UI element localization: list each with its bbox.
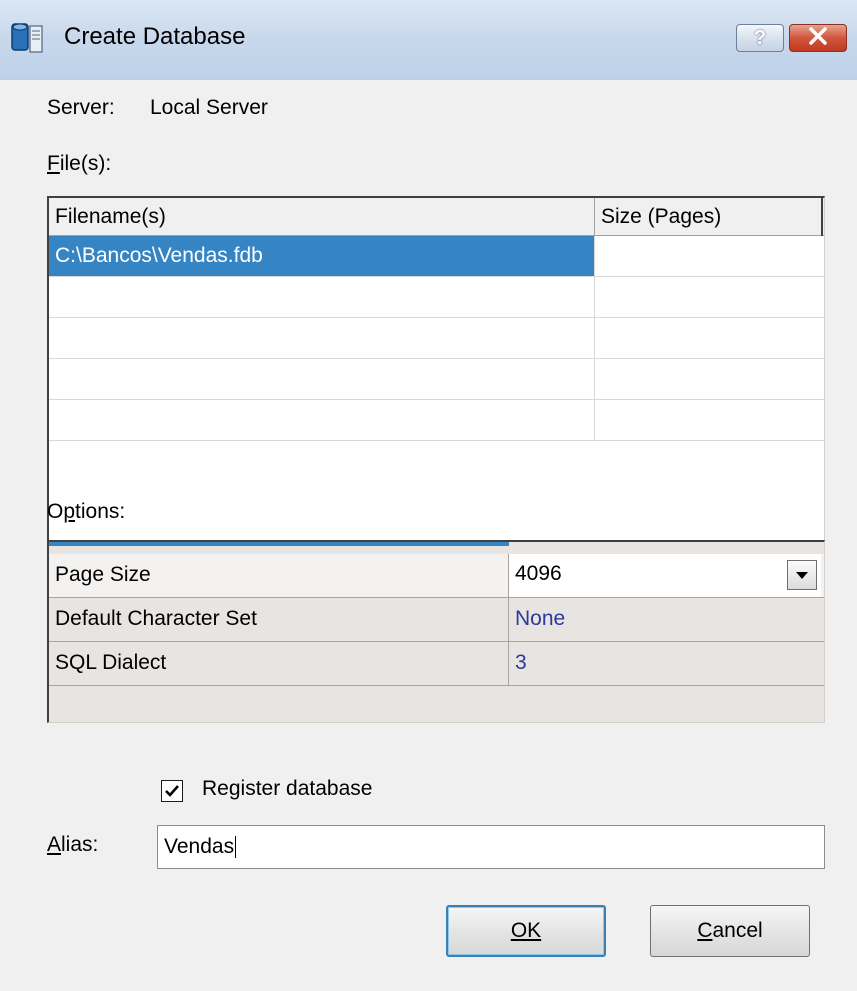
option-name: SQL Dialect bbox=[49, 642, 509, 685]
ok-button-label: OK bbox=[510, 919, 542, 942]
size-cell[interactable] bbox=[595, 318, 824, 359]
alias-value: Vendas bbox=[164, 835, 235, 858]
filename-cell[interactable] bbox=[49, 277, 595, 318]
filename-cell[interactable] bbox=[49, 359, 595, 400]
alias-label: Alias: bbox=[47, 833, 99, 856]
database-icon bbox=[10, 20, 46, 56]
server-label: Server: bbox=[47, 96, 115, 119]
alias-input[interactable]: Vendas bbox=[157, 825, 825, 869]
column-header-size[interactable]: Size (Pages) bbox=[595, 198, 823, 236]
table-row[interactable] bbox=[49, 318, 824, 359]
files-label: File(s): bbox=[47, 152, 112, 175]
table-row[interactable]: C:\Bancos\Vendas.fdb bbox=[49, 236, 824, 277]
table-row[interactable] bbox=[49, 277, 824, 318]
checkmark-icon bbox=[165, 785, 179, 797]
ok-button[interactable]: OK bbox=[446, 905, 606, 957]
options-grid[interactable]: Page Size 4096 Default Character Set Non… bbox=[47, 540, 825, 723]
window-title: Create Database bbox=[64, 23, 246, 50]
server-value: Local Server bbox=[150, 96, 268, 119]
create-database-dialog: Create Database ? Server: Local Server F… bbox=[0, 0, 857, 991]
size-cell[interactable] bbox=[595, 359, 824, 400]
option-row-default-charset[interactable]: Default Character Set None bbox=[49, 598, 824, 642]
options-grid-focus-bar bbox=[49, 542, 509, 546]
filename-cell[interactable]: C:\Bancos\Vendas.fdb bbox=[49, 236, 595, 277]
option-row-sql-dialect[interactable]: SQL Dialect 3 bbox=[49, 642, 824, 686]
options-label: Options: bbox=[47, 500, 126, 523]
option-row-page-size[interactable]: Page Size 4096 bbox=[49, 554, 824, 598]
register-database-checkbox[interactable] bbox=[161, 780, 183, 802]
size-cell[interactable] bbox=[595, 400, 824, 441]
files-grid-header: Filename(s) Size (Pages) bbox=[49, 198, 824, 236]
column-header-filename[interactable]: Filename(s) bbox=[49, 198, 595, 236]
filename-cell[interactable] bbox=[49, 400, 595, 441]
option-name: Page Size bbox=[49, 554, 509, 597]
files-grid[interactable]: Filename(s) Size (Pages) C:\Bancos\Venda… bbox=[47, 196, 825, 546]
size-cell[interactable] bbox=[595, 277, 824, 318]
cancel-button-label: Cancel bbox=[697, 919, 763, 942]
cancel-button[interactable]: Cancel bbox=[650, 905, 810, 957]
dialog-body: Server: Local Server File(s): Filename(s… bbox=[0, 80, 857, 991]
filename-cell[interactable] bbox=[49, 318, 595, 359]
register-database-label[interactable]: Register database bbox=[202, 777, 372, 801]
option-value[interactable]: None bbox=[509, 598, 824, 641]
chevron-down-icon bbox=[796, 572, 808, 579]
table-row[interactable] bbox=[49, 400, 824, 441]
close-icon bbox=[808, 26, 828, 50]
text-caret bbox=[235, 836, 237, 859]
title-bar[interactable]: Create Database ? bbox=[0, 0, 857, 80]
close-button[interactable] bbox=[789, 24, 847, 52]
size-cell[interactable] bbox=[595, 236, 824, 277]
dropdown-button[interactable] bbox=[787, 560, 817, 590]
help-button[interactable]: ? bbox=[736, 24, 784, 52]
page-size-dropdown[interactable]: 4096 bbox=[509, 554, 821, 597]
option-name: Default Character Set bbox=[49, 598, 509, 641]
page-size-value: 4096 bbox=[515, 562, 562, 585]
option-value[interactable]: 3 bbox=[509, 642, 824, 685]
table-row[interactable] bbox=[49, 359, 824, 400]
help-icon: ? bbox=[753, 26, 767, 49]
